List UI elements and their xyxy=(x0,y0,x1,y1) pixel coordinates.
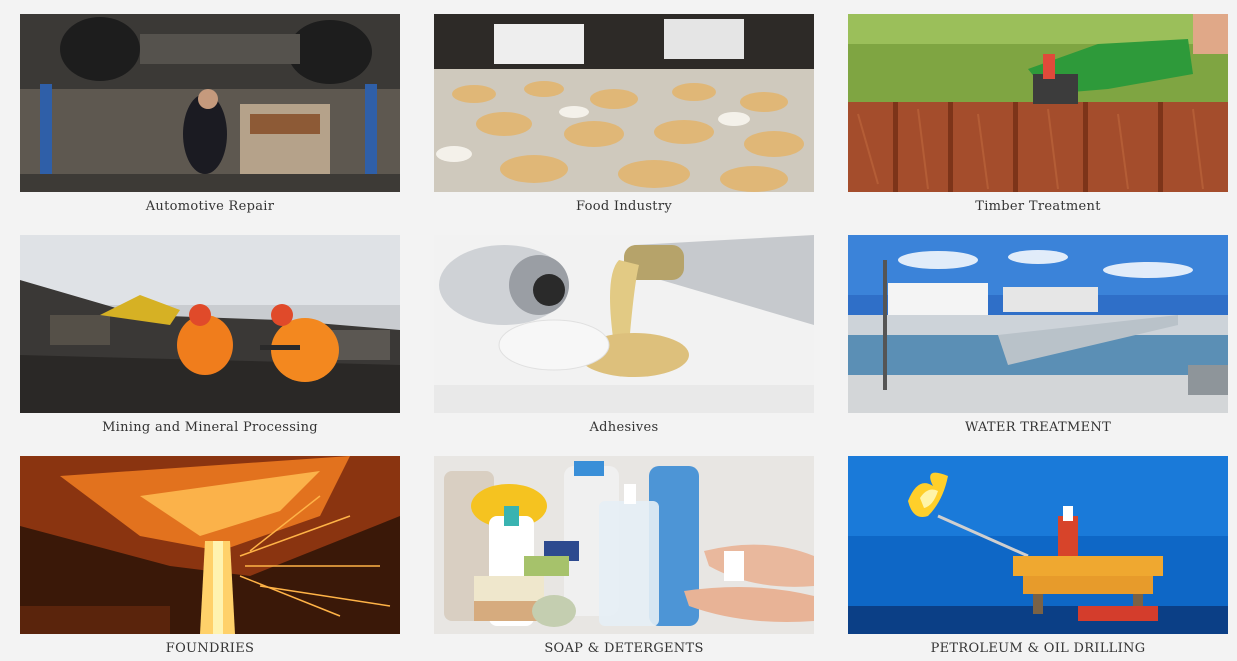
timber-treatment-image[interactable] xyxy=(848,14,1228,192)
foundries-image[interactable] xyxy=(20,456,400,634)
food-industry-image[interactable] xyxy=(434,14,814,192)
adhesives-image[interactable] xyxy=(434,235,814,413)
petroleum-oil-drilling-image[interactable] xyxy=(848,456,1228,634)
industry-tile-timber-treatment[interactable]: Timber Treatment xyxy=(848,14,1228,219)
industry-tile-food-industry[interactable]: Food Industry xyxy=(434,14,814,219)
industry-tile-water-treatment[interactable]: WATER TREATMENT xyxy=(848,235,1228,440)
industry-label[interactable]: FOUNDRIES xyxy=(20,641,400,656)
industry-label[interactable]: Timber Treatment xyxy=(848,199,1228,214)
industry-tile-automotive-repair[interactable]: Automotive Repair xyxy=(20,14,400,219)
industry-tile-foundries[interactable]: FOUNDRIES xyxy=(20,456,400,661)
industry-label[interactable]: Automotive Repair xyxy=(20,199,400,214)
industry-tile-soap-detergents[interactable]: SOAP & DETERGENTS xyxy=(434,456,814,661)
industry-label[interactable]: Adhesives xyxy=(434,420,814,435)
industry-tile-mining[interactable]: Mining and Mineral Processing xyxy=(20,235,400,440)
industry-tile-petroleum-oil-drilling[interactable]: PETROLEUM & OIL DRILLING xyxy=(848,456,1228,661)
industry-grid: Automotive Repair Food Industry Timber T… xyxy=(0,0,1237,656)
mining-image[interactable] xyxy=(20,235,400,413)
soap-detergents-image[interactable] xyxy=(434,456,814,634)
industry-tile-adhesives[interactable]: Adhesives xyxy=(434,235,814,440)
industry-label[interactable]: Mining and Mineral Processing xyxy=(20,420,400,435)
industry-label[interactable]: Food Industry xyxy=(434,199,814,214)
automotive-repair-image[interactable] xyxy=(20,14,400,192)
industry-label[interactable]: SOAP & DETERGENTS xyxy=(434,641,814,656)
industry-label[interactable]: WATER TREATMENT xyxy=(848,420,1228,435)
water-treatment-image[interactable] xyxy=(848,235,1228,413)
industry-label[interactable]: PETROLEUM & OIL DRILLING xyxy=(848,641,1228,656)
